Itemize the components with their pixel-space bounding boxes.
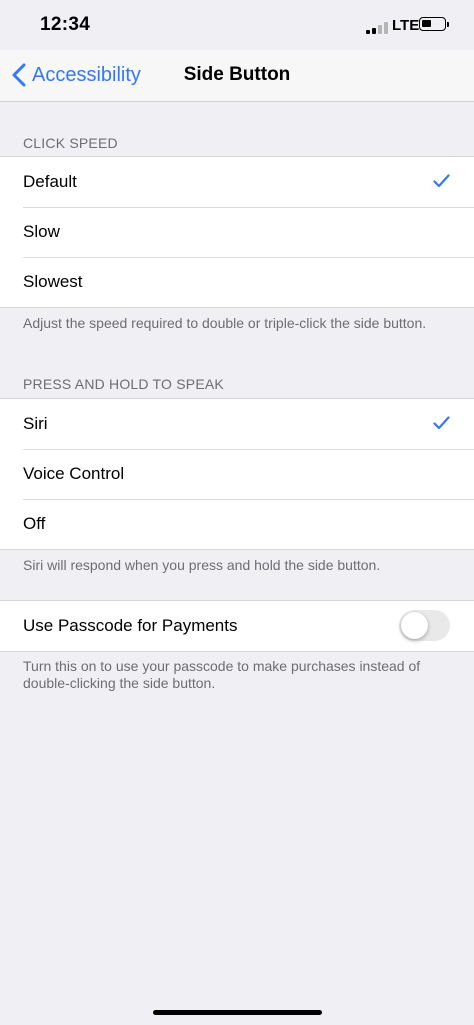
passcode-row: Use Passcode for Payments <box>0 601 474 651</box>
option-slowest[interactable]: Slowest <box>0 257 474 307</box>
passcode-group: Use Passcode for Payments <box>0 600 474 652</box>
navigation-bar: Accessibility Side Button <box>0 50 474 102</box>
section-header-click-speed: CLICK SPEED <box>23 135 118 151</box>
option-label: Voice Control <box>23 464 125 483</box>
passcode-label: Use Passcode for Payments <box>23 616 238 635</box>
option-label: Slow <box>23 222 60 241</box>
section-header-press-hold: PRESS AND HOLD TO SPEAK <box>23 376 224 392</box>
option-default[interactable]: Default <box>0 157 474 207</box>
option-label: Siri <box>23 414 48 433</box>
passcode-toggle[interactable] <box>399 610 450 641</box>
carrier-label: LTE <box>392 17 420 34</box>
signal-icon <box>366 22 388 34</box>
option-siri[interactable]: Siri <box>0 399 474 449</box>
option-label: Default <box>23 172 77 191</box>
passcode-footer: Turn this on to use your passcode to mak… <box>23 658 421 691</box>
option-label: Slowest <box>23 272 83 291</box>
home-indicator[interactable] <box>153 1010 322 1015</box>
click-speed-group: Default Slow Slowest <box>0 156 474 308</box>
battery-icon <box>419 17 449 31</box>
checkmark-icon <box>433 174 450 188</box>
status-bar: 12:34 LTE <box>0 0 474 50</box>
press-hold-group: Siri Voice Control Off <box>0 398 474 550</box>
checkmark-icon <box>433 416 450 430</box>
option-label: Off <box>23 514 46 533</box>
toggle-knob <box>401 612 428 639</box>
option-slow[interactable]: Slow <box>0 207 474 257</box>
click-speed-footer: Adjust the speed required to double or t… <box>23 315 427 331</box>
page-title: Side Button <box>183 64 291 85</box>
status-time: 12:34 <box>40 14 91 35</box>
option-voice-control[interactable]: Voice Control <box>0 449 474 499</box>
option-off[interactable]: Off <box>0 499 474 549</box>
press-hold-footer: Siri will respond when you press and hol… <box>23 557 381 573</box>
